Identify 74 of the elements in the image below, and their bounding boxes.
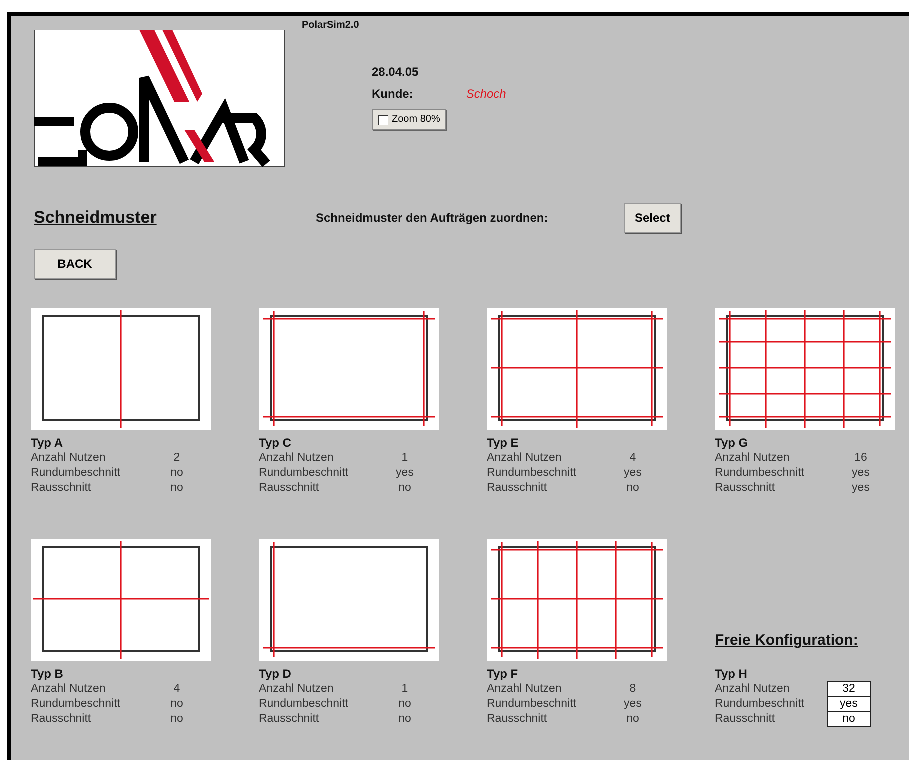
property-field[interactable]: 32 xyxy=(827,681,871,697)
property-label: Rundumbeschnitt xyxy=(487,466,578,481)
property-value: yes xyxy=(623,466,643,481)
app-title: PolarSim2.0 xyxy=(302,20,360,31)
property-label: Anzahl Nutzen xyxy=(715,682,791,697)
property-label: Rausschnitt xyxy=(715,712,776,727)
cut-pattern-drawing[interactable] xyxy=(259,308,439,430)
zoom-toggle[interactable]: Zoom 80% xyxy=(372,109,446,130)
date-label: 28.04.05 xyxy=(372,65,419,79)
property-value: no xyxy=(170,481,184,496)
property-value: 4 xyxy=(628,451,638,466)
property-label: Anzahl Nutzen xyxy=(31,682,107,697)
customer-name: Schoch xyxy=(466,87,506,101)
cut-pattern-drawing[interactable] xyxy=(715,308,895,430)
select-button[interactable]: Select xyxy=(624,203,682,233)
cut-pattern-drawing[interactable] xyxy=(487,539,667,661)
property-label: Rausschnitt xyxy=(487,712,548,727)
property-value: 1 xyxy=(400,682,410,697)
property-label: Anzahl Nutzen xyxy=(31,451,107,466)
customer-label: Kunde: xyxy=(372,87,414,101)
pattern-name: Typ F xyxy=(487,667,520,682)
pattern-name: Typ E xyxy=(487,436,520,451)
property-label: Rausschnitt xyxy=(487,481,548,496)
property-field[interactable]: no xyxy=(827,711,871,727)
property-value: 8 xyxy=(628,682,638,697)
cut-pattern-drawing[interactable] xyxy=(31,539,211,661)
pattern-name: Typ G xyxy=(715,436,750,451)
pattern-name: Typ B xyxy=(31,667,64,682)
property-value: yes xyxy=(851,466,871,481)
property-value: no xyxy=(170,712,184,727)
property-label: Anzahl Nutzen xyxy=(487,682,563,697)
property-label: Rundumbeschnitt xyxy=(259,697,350,712)
property-value: no xyxy=(626,481,640,496)
section-heading: Schneidmuster xyxy=(34,208,158,228)
cut-pattern-drawing[interactable] xyxy=(487,308,667,430)
property-value: yes xyxy=(623,697,643,712)
back-button[interactable]: BACK xyxy=(34,249,116,279)
cut-pattern-drawing[interactable] xyxy=(31,308,211,430)
property-label: Rausschnitt xyxy=(31,712,92,727)
property-value: no xyxy=(398,481,412,496)
property-value: no xyxy=(398,697,412,712)
property-field[interactable]: yes xyxy=(827,696,871,712)
property-label: Anzahl Nutzen xyxy=(487,451,563,466)
property-label: Rundumbeschnitt xyxy=(259,466,350,481)
property-value: 16 xyxy=(854,451,868,466)
pattern-name: Typ D xyxy=(259,667,292,682)
property-value: no xyxy=(170,466,184,481)
property-label: Rausschnitt xyxy=(31,481,92,496)
pattern-name: Typ A xyxy=(31,436,64,451)
assign-label: Schneidmuster den Aufträgen zuordnen: xyxy=(316,211,550,225)
pattern-name: Typ C xyxy=(259,436,292,451)
property-value: yes xyxy=(851,481,871,496)
checkbox[interactable] xyxy=(378,114,388,124)
property-label: Anzahl Nutzen xyxy=(259,682,335,697)
property-label: Rundumbeschnitt xyxy=(715,697,806,712)
property-value: 2 xyxy=(172,451,182,466)
property-value: yes xyxy=(395,466,415,481)
pattern-name: Typ H xyxy=(715,667,748,682)
property-label: Rausschnitt xyxy=(259,481,320,496)
property-label: Rundumbeschnitt xyxy=(715,466,806,481)
property-label: Rundumbeschnitt xyxy=(487,697,578,712)
property-label: Anzahl Nutzen xyxy=(715,451,791,466)
property-label: Rundumbeschnitt xyxy=(31,466,122,481)
custom-heading: Freie Konfiguration: xyxy=(715,632,860,649)
property-value: 4 xyxy=(172,682,182,697)
property-value: no xyxy=(170,697,184,712)
property-label: Rausschnitt xyxy=(715,481,776,496)
property-value: no xyxy=(626,712,640,727)
cut-pattern-drawing[interactable] xyxy=(259,539,439,661)
property-label: Rausschnitt xyxy=(259,712,320,727)
property-label: Anzahl Nutzen xyxy=(259,451,335,466)
property-value: 1 xyxy=(400,451,410,466)
property-value: no xyxy=(398,712,412,727)
property-label: Rundumbeschnitt xyxy=(31,697,122,712)
